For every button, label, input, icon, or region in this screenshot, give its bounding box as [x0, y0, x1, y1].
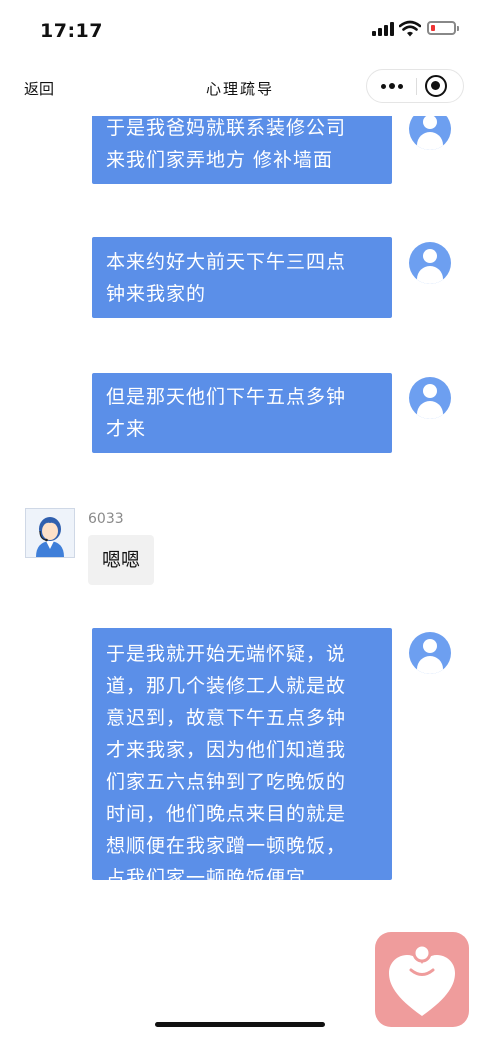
target-close-icon[interactable] — [425, 75, 447, 97]
message-bubble-user[interactable]: 于是我爸妈就联系装修公司 来我们家弄地方 修补墙面 — [92, 108, 392, 184]
message-line: 才来我家，因为他们知道我 — [106, 739, 347, 761]
sender-name: 6033 — [88, 511, 124, 527]
more-dots-icon[interactable] — [373, 70, 411, 102]
user-avatar-icon[interactable] — [409, 242, 451, 284]
message-line: 道，那几个装修工人就是故 — [106, 675, 347, 697]
user-avatar-icon[interactable] — [409, 632, 451, 674]
wifi-icon — [399, 20, 421, 37]
message-bubble-user[interactable]: 于是我就开始无端怀疑，说 道，那几个装修工人就是故 意迟到，故意下午五点多钟 才… — [92, 628, 392, 889]
home-indicator — [155, 1022, 325, 1027]
message-line: 意迟到，故意下午五点多钟 — [106, 707, 347, 729]
message-line: 们家五六点钟到了吃晚饭的 — [106, 771, 347, 793]
chat-area: 于是我爸妈就联系装修公司 来我们家弄地方 修补墙面 本来约好大前天下午三四点 钟… — [0, 108, 480, 1039]
status-bar: 17:17 — [0, 0, 480, 58]
heart-app-button[interactable] — [375, 932, 469, 1027]
message-line: 本来约好大前天下午三四点 — [106, 251, 347, 273]
signal-icon — [372, 22, 394, 36]
counselor-avatar-icon[interactable] — [25, 508, 75, 558]
message-line: 钟来我家的 — [106, 283, 207, 305]
battery-icon — [427, 21, 459, 35]
message-bubble-counselor[interactable]: 嗯嗯 — [88, 535, 154, 585]
nav-bar: 返回 心理疏导 — [0, 58, 480, 116]
status-time: 17:17 — [40, 20, 103, 42]
user-avatar-icon[interactable] — [409, 377, 451, 419]
message-line: 来我们家弄地方 修补墙面 — [106, 149, 334, 171]
heart-person-icon — [389, 943, 455, 1016]
message-line: 时间，他们晚点来目的就是 — [106, 803, 347, 825]
capsule-divider — [416, 78, 417, 95]
message-line: 于是我爸妈就联系装修公司 — [106, 117, 347, 139]
message-line: 但是那天他们下午五点多钟 — [106, 386, 347, 408]
message-line: 于是我就开始无端怀疑，说 — [106, 643, 347, 665]
message-line: 占我们家一顿晚饭便宜 — [106, 867, 307, 889]
message-line: 才来 — [106, 418, 147, 440]
mini-program-capsule — [366, 69, 464, 103]
message-bubble-user[interactable]: 但是那天他们下午五点多钟 才来 — [92, 373, 392, 453]
message-line: 想顺便在我家蹭一顿晚饭， — [106, 835, 347, 857]
message-bubble-user[interactable]: 本来约好大前天下午三四点 钟来我家的 — [92, 237, 392, 318]
